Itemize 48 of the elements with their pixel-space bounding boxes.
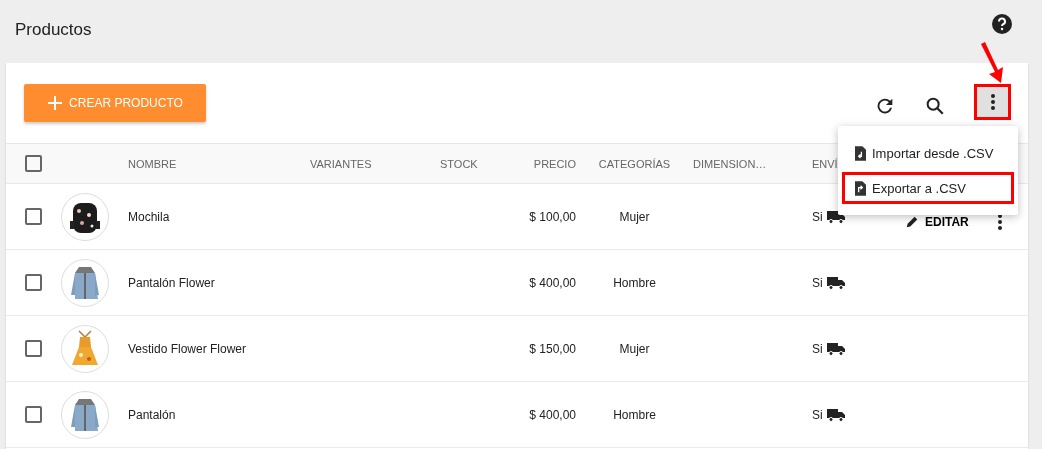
column-header[interactable]: STOCK xyxy=(440,157,478,170)
menu-item[interactable]: Exportar a .CSV xyxy=(842,172,1014,204)
column-header[interactable]: VARIANTES xyxy=(310,157,372,170)
page-title: Productos xyxy=(15,20,92,40)
table-row[interactable]: Pantalón $ 400,00 Hombre Si xyxy=(6,382,1028,448)
shipping-cell: Si xyxy=(812,407,823,422)
price-cell: $ 400,00 xyxy=(529,275,576,290)
column-header[interactable]: NOMBRE xyxy=(128,157,177,170)
product-name: Pantalón xyxy=(128,407,176,422)
pointer-arrow xyxy=(979,42,1005,84)
row-checkbox[interactable] xyxy=(25,406,42,423)
file-icon xyxy=(855,145,866,161)
edit-button[interactable]: EDITAR xyxy=(905,214,969,229)
category-cell: Hombre xyxy=(613,407,656,422)
row-checkbox[interactable] xyxy=(25,274,42,291)
column-header[interactable]: ENVÍ xyxy=(812,157,838,170)
more-vertical-icon xyxy=(990,94,995,110)
column-header[interactable]: DIMENSION… xyxy=(693,157,767,170)
shipping-cell: Si xyxy=(812,341,823,356)
menu-item[interactable]: Importar desde .CSV xyxy=(842,137,1014,169)
category-cell: Mujer xyxy=(619,209,650,224)
product-name: Pantalón Flower xyxy=(128,275,215,290)
truck-icon xyxy=(826,341,845,356)
category-cell: Hombre xyxy=(613,275,656,290)
shipping-cell: Si xyxy=(812,275,823,290)
column-header[interactable]: CATEGORÍAS xyxy=(598,157,671,170)
price-cell: $ 150,00 xyxy=(529,341,576,356)
product-name: Mochila xyxy=(128,209,170,224)
column-header[interactable]: PRECIO xyxy=(533,157,576,170)
truck-icon xyxy=(826,407,845,422)
row-checkbox[interactable] xyxy=(25,208,42,225)
pencil-icon xyxy=(905,214,919,229)
price-cell: $ 100,00 xyxy=(529,209,576,224)
help-icon[interactable] xyxy=(992,14,1012,34)
plus-icon xyxy=(47,95,64,111)
category-cell: Mujer xyxy=(619,341,650,356)
truck-icon xyxy=(826,275,845,290)
table-row[interactable]: Vestido Flower Flower $ 150,00 Mujer Si xyxy=(6,316,1028,382)
shipping-cell: Si xyxy=(812,209,823,224)
price-cell: $ 400,00 xyxy=(529,407,576,422)
search-icon[interactable] xyxy=(924,95,946,117)
select-all-checkbox[interactable] xyxy=(25,155,42,172)
product-name: Vestido Flower Flower xyxy=(128,341,247,356)
file-icon xyxy=(855,180,866,196)
table-row[interactable]: Pantalón Flower $ 400,00 Hombre Si xyxy=(6,250,1028,316)
row-checkbox[interactable] xyxy=(25,340,42,357)
more-options-button[interactable] xyxy=(974,84,1011,120)
more-options-icon[interactable] xyxy=(998,213,1002,230)
